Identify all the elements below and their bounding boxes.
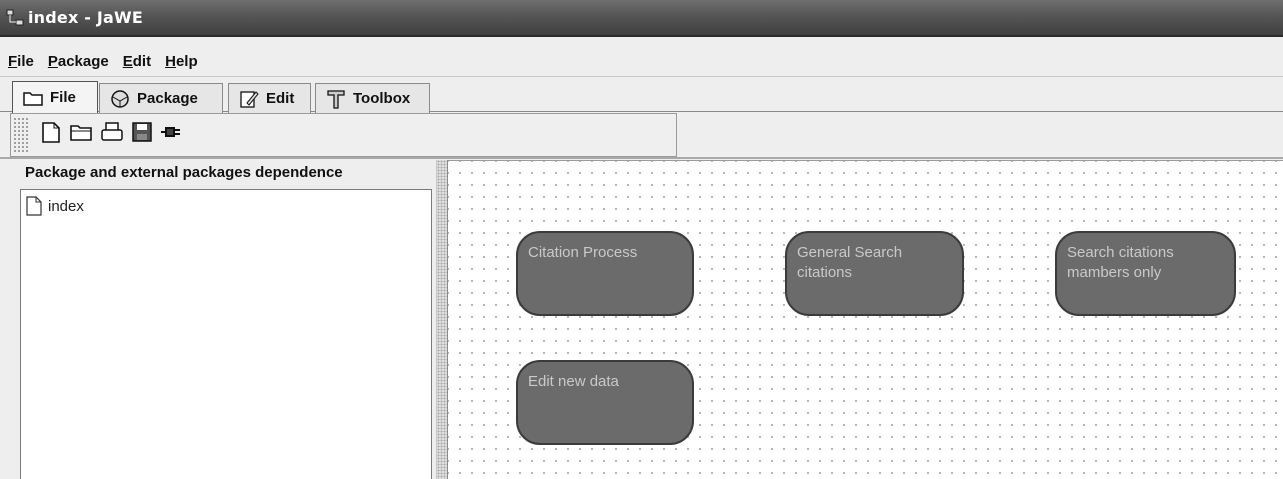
menu-edit[interactable]: Edit (123, 53, 151, 70)
package-icon (109, 88, 131, 110)
folder-icon (22, 87, 44, 109)
window-title: index - JaWE (28, 8, 144, 27)
plugin-icon (160, 123, 184, 145)
tab-edit-label: Edit (266, 90, 295, 107)
panel-title: Package and external packages dependence (25, 164, 343, 181)
print-icon (100, 121, 124, 147)
tree-node-index[interactable]: index (25, 196, 84, 216)
toolbar-grip[interactable] (13, 117, 29, 153)
process-node-label: mambers only (1067, 264, 1162, 281)
document-icon (26, 196, 42, 216)
plugin-button[interactable] (158, 119, 186, 149)
tab-strip: File Package Edit Toolbox (0, 79, 1283, 113)
tab-package[interactable]: Package (99, 83, 223, 113)
new-file-icon (40, 120, 62, 148)
toolbox-icon (325, 88, 347, 110)
process-node[interactable]: General Search citations (785, 231, 964, 316)
jawe-app-icon (4, 7, 26, 29)
process-graph-canvas[interactable]: Citation Process General Search citation… (448, 160, 1283, 479)
tab-package-label: Package (137, 90, 198, 107)
menu-file[interactable]: File (8, 53, 34, 70)
tab-edit[interactable]: Edit (228, 83, 311, 113)
process-node-label: Edit new data (528, 373, 619, 390)
tab-toolbox-label: Toolbox (353, 90, 411, 107)
tab-file[interactable]: File (12, 81, 98, 113)
split-pane-divider[interactable] (436, 160, 448, 479)
open-folder-icon (69, 122, 93, 146)
open-button[interactable] (67, 119, 95, 149)
process-node-label: Search citations (1067, 244, 1174, 261)
process-node-label: General Search (797, 244, 903, 261)
print-button[interactable] (98, 119, 126, 149)
tab-toolbox[interactable]: Toolbox (315, 83, 430, 113)
package-dependence-panel: Package and external packages dependence… (10, 160, 436, 479)
menu-package[interactable]: Package (48, 53, 109, 70)
process-node[interactable]: Edit new data (516, 360, 694, 445)
toolbar (10, 113, 677, 157)
process-node[interactable]: Search citations mambers only (1055, 231, 1236, 316)
process-node-label: citations (797, 264, 853, 281)
save-icon (131, 121, 153, 147)
new-file-button[interactable] (37, 119, 65, 149)
menu-bar: File Package Edit Help (0, 47, 1283, 77)
toolbar-divider (0, 157, 1283, 159)
tree-node-label: index (48, 197, 84, 215)
process-node-label: Citation Process (528, 244, 638, 261)
menu-help[interactable]: Help (165, 53, 198, 70)
window-titlebar: index - JaWE (0, 0, 1283, 37)
save-button[interactable] (128, 119, 156, 149)
tab-file-label: File (50, 89, 76, 106)
process-node[interactable]: Citation Process (516, 231, 694, 316)
edit-icon (238, 88, 260, 110)
package-tree[interactable]: index (20, 189, 432, 479)
